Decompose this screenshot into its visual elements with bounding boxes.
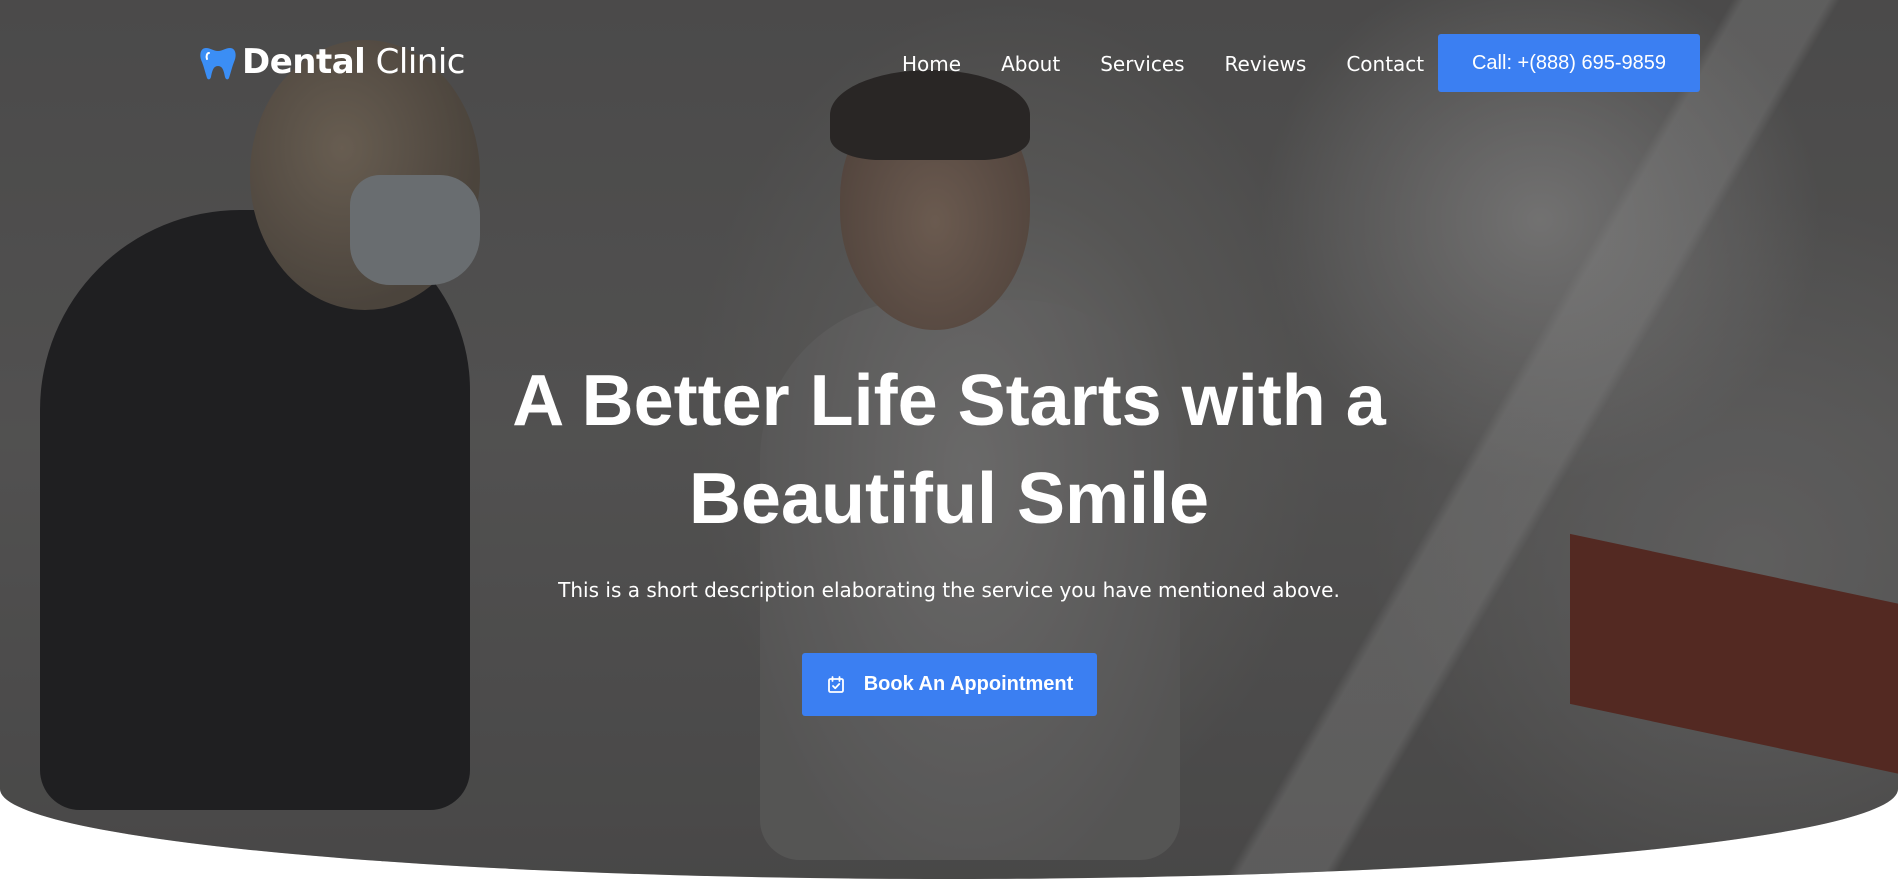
site-logo-text: Dental Clinic [242,42,465,82]
calendar-check-icon [827,675,844,693]
nav-link-home[interactable]: Home [902,52,961,76]
nav-link-about[interactable]: About [1001,52,1060,76]
nav-link-contact[interactable]: Contact [1346,52,1424,76]
hero-headline-line2: Beautiful Smile [688,459,1210,539]
book-appointment-button[interactable]: Book An Appointment [802,653,1097,716]
call-button[interactable]: Call: +(888) 695-9859 [1438,34,1700,92]
hero-headline-line1: A Better Life Starts with a [512,361,1386,441]
nav-link-reviews[interactable]: Reviews [1225,52,1307,76]
tooth-icon [200,48,236,80]
site-logo-name-light: Clinic [375,42,466,82]
hero-headline: A Better Life Starts with a Beautiful Sm… [0,352,1898,548]
site-logo-name-bold: Dental [242,42,366,82]
site-logo[interactable]: Dental Clinic [198,42,465,82]
hero-description: This is a short description elaborating … [558,578,1340,602]
nav-link-services[interactable]: Services [1100,52,1184,76]
book-appointment-label: Book An Appointment [863,673,1074,695]
main-navigation: Home About Services Reviews Contact [902,52,1424,76]
